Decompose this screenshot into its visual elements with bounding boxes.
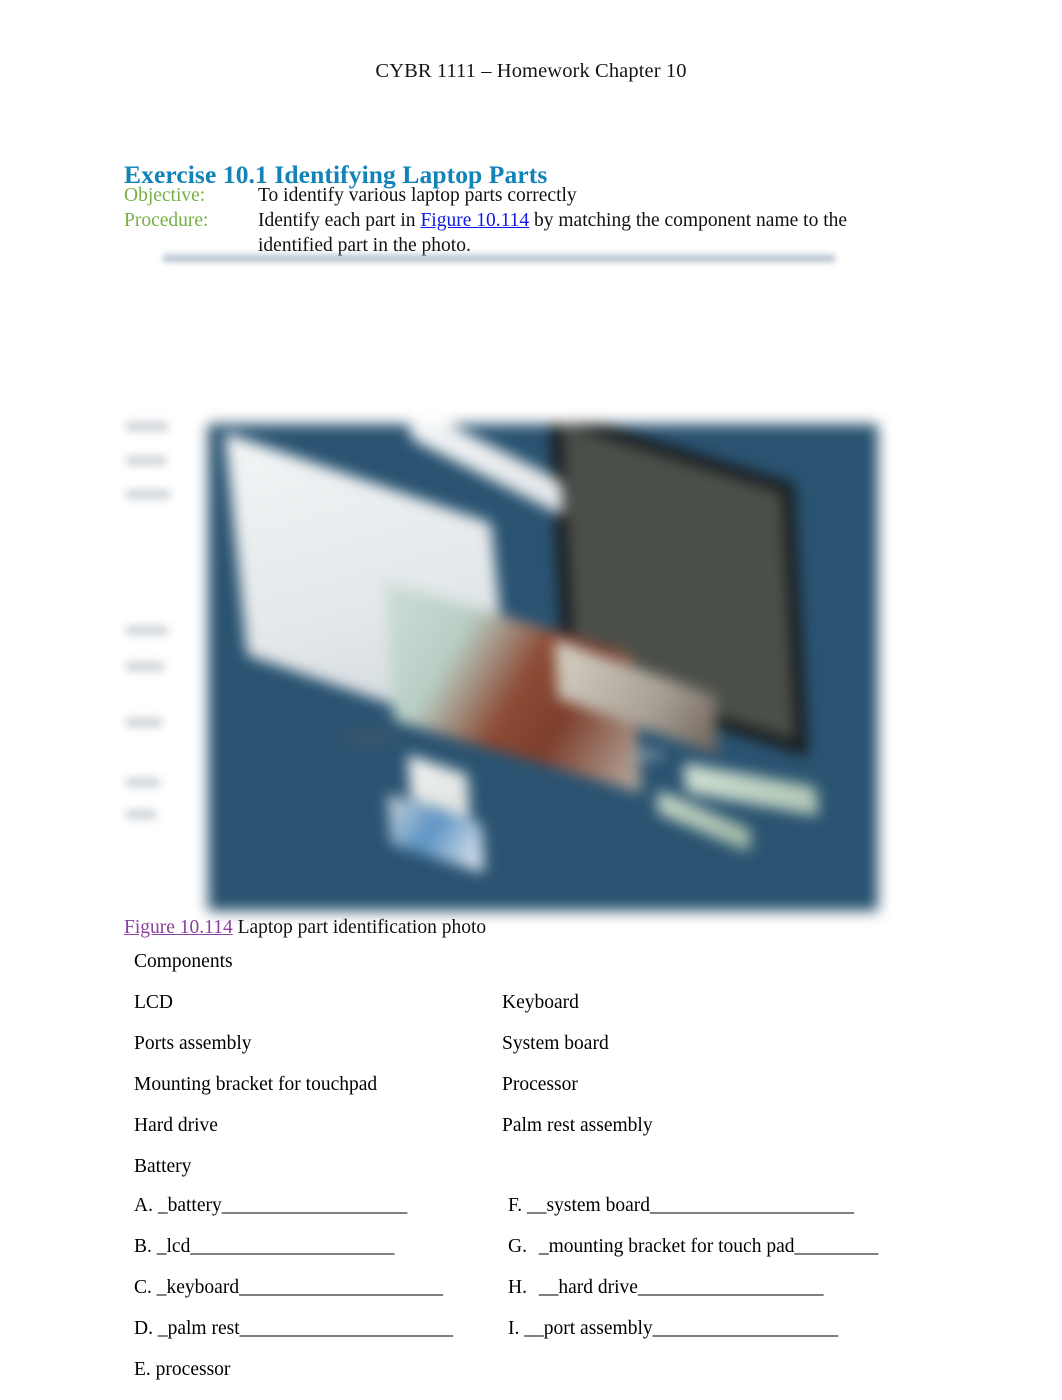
answer-value[interactable]: __hard drive xyxy=(539,1277,638,1298)
answer-row: E. processor xyxy=(134,1359,924,1400)
answer-value[interactable]: _keyboard xyxy=(157,1277,239,1298)
answer-letter: C. xyxy=(134,1277,152,1298)
component-name: Mounting bracket for touchpad xyxy=(134,1074,378,1095)
laptop-parts-photo xyxy=(208,424,878,911)
list-item: Battery xyxy=(134,1156,894,1197)
answer-blank-line[interactable]: _______________________ xyxy=(240,1318,453,1339)
answer-letter: A. xyxy=(134,1195,153,1216)
procedure-text-before: Identify each part in xyxy=(258,210,421,231)
answer-letter: H. xyxy=(508,1277,527,1298)
exercise-meta-block: Objective: To identify various laptop pa… xyxy=(124,183,914,258)
blurred-label-artifacts xyxy=(126,418,172,838)
answer-blank-line[interactable]: ____________________ xyxy=(222,1195,408,1216)
list-item: Mounting bracket for touchpad Processor xyxy=(134,1074,894,1115)
figure-reference-link[interactable]: Figure 10.114 xyxy=(420,210,529,231)
answer-value[interactable]: _mounting bracket for touch pad xyxy=(539,1236,795,1257)
answer-entry-i[interactable]: I. __port assembly____________________ xyxy=(508,1318,924,1340)
document-page: CYBR 1111 – Homework Chapter 10 Exercise… xyxy=(0,0,1062,1380)
answer-letter: E. xyxy=(134,1359,151,1380)
answer-value[interactable]: _battery xyxy=(158,1195,222,1216)
answer-letter: F. xyxy=(508,1195,523,1216)
answer-entry-b[interactable]: B. _lcd______________________ xyxy=(134,1236,508,1258)
answer-letter: I. xyxy=(508,1318,520,1339)
figure-caption: Figure 10.114 Laptop part identification… xyxy=(124,917,486,939)
answer-blank-line[interactable]: ______________________ xyxy=(190,1236,394,1257)
answer-entry-h[interactable]: H. __hard drive____________________ xyxy=(508,1277,924,1299)
document-header: CYBR 1111 – Homework Chapter 10 xyxy=(375,60,687,82)
component-name: Processor xyxy=(502,1074,578,1095)
list-item: Ports assembly System board xyxy=(134,1033,894,1074)
answer-blank-line[interactable]: ______________________ xyxy=(650,1195,854,1216)
component-name: System board xyxy=(502,1033,609,1054)
answer-letter: B. xyxy=(134,1236,152,1257)
procedure-text: Identify each part in Figure 10.114 by m… xyxy=(258,208,914,258)
answer-blank-line[interactable]: ____________________ xyxy=(638,1277,824,1298)
figure-caption-text: Laptop part identification photo xyxy=(232,917,487,938)
objective-text: To identify various laptop parts correct… xyxy=(258,185,577,206)
components-list: LCD Keyboard Ports assembly System board… xyxy=(134,992,894,1197)
procedure-row: Procedure: Identify each part in Figure … xyxy=(124,208,914,258)
answer-list: A. _battery____________________ F. __sys… xyxy=(134,1195,924,1400)
answer-value[interactable]: _lcd xyxy=(157,1236,191,1257)
answer-value[interactable]: _palm rest xyxy=(158,1318,240,1339)
answer-entry-a[interactable]: A. _battery____________________ xyxy=(134,1195,508,1217)
component-name: Palm rest assembly xyxy=(502,1115,653,1136)
component-name: Battery xyxy=(134,1156,192,1177)
answer-row: B. _lcd______________________ G. _mounti… xyxy=(134,1236,924,1277)
answer-entry-c[interactable]: C. _keyboard______________________ xyxy=(134,1277,508,1299)
components-heading: Components xyxy=(134,951,233,972)
objective-label: Objective: xyxy=(124,185,206,206)
objective-row: Objective: To identify various laptop pa… xyxy=(124,183,914,208)
figure-caption-link[interactable]: Figure 10.114 xyxy=(124,917,233,938)
answer-row: A. _battery____________________ F. __sys… xyxy=(134,1195,924,1236)
answer-value[interactable]: __system board xyxy=(527,1195,650,1216)
answer-value[interactable]: __port assembly xyxy=(524,1318,652,1339)
procedure-label: Procedure: xyxy=(124,210,209,231)
component-name: LCD xyxy=(134,992,173,1013)
answer-letter: G. xyxy=(508,1236,527,1257)
answer-letter: D. xyxy=(134,1318,153,1339)
answer-blank-line[interactable]: ______________________ xyxy=(239,1277,443,1298)
answer-entry-f[interactable]: F. __system board______________________ xyxy=(508,1195,924,1217)
laptop-small-part-a xyxy=(630,750,664,761)
list-item: Hard drive Palm rest assembly xyxy=(134,1115,894,1156)
answer-entry-g[interactable]: G. _mounting bracket for touch pad______… xyxy=(508,1236,924,1258)
answer-entry-e[interactable]: E. processor xyxy=(134,1359,508,1381)
component-name: Ports assembly xyxy=(134,1033,252,1054)
answer-row: D. _palm rest_______________________ I. … xyxy=(134,1318,924,1359)
answer-blank-line[interactable]: ____________________ xyxy=(653,1318,839,1339)
answer-row: C. _keyboard______________________ H. __… xyxy=(134,1277,924,1318)
component-name: Keyboard xyxy=(502,992,579,1013)
figure-laptop-photo xyxy=(190,408,896,924)
component-name: Hard drive xyxy=(134,1115,218,1136)
list-item: LCD Keyboard xyxy=(134,992,894,1033)
answer-blank-line[interactable]: _________ xyxy=(794,1236,878,1257)
answer-entry-d[interactable]: D. _palm rest_______________________ xyxy=(134,1318,508,1340)
